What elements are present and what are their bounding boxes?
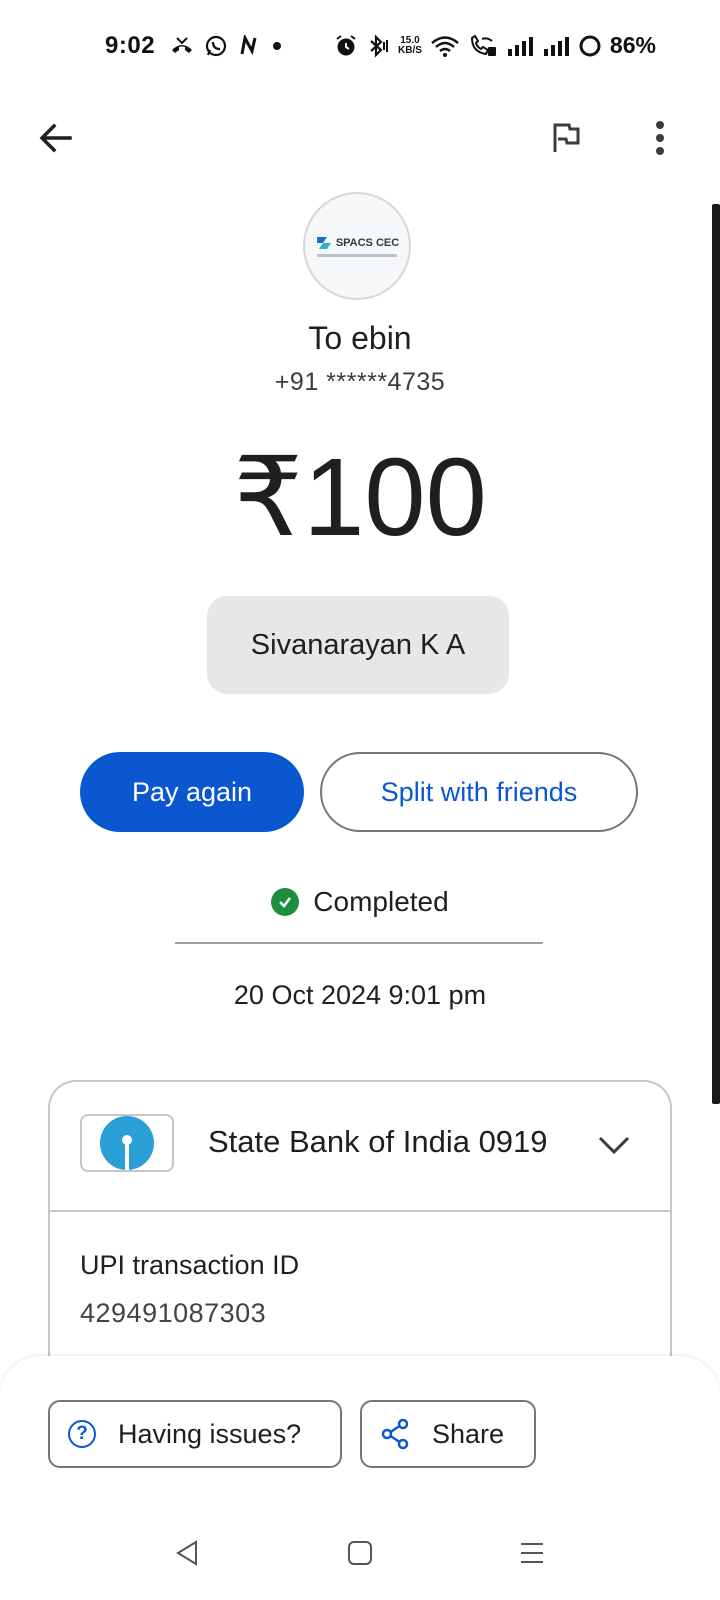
share-label: Share	[432, 1418, 505, 1449]
check-circle-icon	[271, 888, 300, 916]
nav-home-icon[interactable]	[345, 1538, 375, 1568]
status-label: Completed	[313, 886, 449, 917]
network-speed-unit: KB/S	[398, 44, 422, 56]
expand-details-button[interactable]	[594, 1130, 634, 1160]
battery-percent: 86%	[609, 32, 656, 58]
having-issues-label: Having issues?	[118, 1418, 302, 1449]
dot-icon	[273, 42, 281, 50]
upi-transaction-id-label: UPI transaction ID	[80, 1250, 300, 1280]
status-system-icons: 15.0 KB/S 86%	[334, 32, 656, 59]
whatsapp-icon	[205, 35, 227, 57]
spacs-logo: SPACS CEC	[315, 235, 399, 251]
recipient-phone: +91 ******4735	[274, 368, 446, 396]
arrow-back-icon	[39, 123, 72, 153]
alarm-icon	[336, 34, 356, 55]
status-notification-icons	[170, 34, 284, 58]
sbi-logo-icon	[100, 1116, 154, 1170]
nav-recents-icon[interactable]	[517, 1538, 547, 1568]
status-bar: 9:02 15.0 KB/S 86%	[0, 0, 720, 96]
payment-amount: ₹100	[233, 436, 487, 559]
back-button[interactable]	[30, 112, 82, 164]
share-button[interactable]: Share	[360, 1400, 536, 1468]
upi-transaction-id-value: 429491087303	[80, 1298, 267, 1328]
report-button[interactable]	[540, 112, 592, 164]
payer-name: Sivanarayan K A	[250, 628, 466, 661]
signal-bars-icon	[543, 36, 569, 56]
split-with-friends-button[interactable]: Split with friends	[320, 752, 638, 832]
recipient-avatar: SPACS CEC	[303, 192, 411, 300]
network-speed: 15.0 KB/S	[398, 34, 422, 56]
bluetooth-icon	[370, 33, 388, 58]
bank-account-name: State Bank of India 0919	[208, 1124, 548, 1159]
more-options-button[interactable]	[634, 112, 686, 164]
battery-icon	[579, 35, 601, 56]
status-divider	[175, 942, 543, 944]
wifi-icon	[431, 35, 459, 57]
signal-bars-icon	[507, 36, 533, 56]
flag-icon	[553, 123, 580, 152]
nav-back-icon[interactable]	[172, 1538, 202, 1568]
share-icon	[381, 1418, 409, 1450]
help-icon: ?	[68, 1420, 96, 1448]
avatar-logo-text: SPACS CEC	[335, 237, 400, 249]
status-time: 9:02	[105, 32, 156, 59]
transaction-status: Completed	[0, 886, 720, 918]
missed-call-icon	[172, 37, 192, 53]
transaction-datetime: 20 Oct 2024 9:01 pm	[233, 980, 487, 1010]
more-vert-icon	[656, 121, 664, 155]
logo-tagline-line	[317, 254, 397, 257]
recipient-name: To ebin	[308, 320, 412, 356]
having-issues-button[interactable]: ? Having issues?	[48, 1400, 342, 1468]
wifi-calling-icon	[470, 34, 496, 56]
pay-again-button[interactable]: Pay again	[80, 752, 304, 832]
payer-name-chip: Sivanarayan K A	[207, 596, 509, 694]
card-divider	[50, 1210, 670, 1212]
network-speed-value: 15.0	[400, 34, 420, 46]
chevron-down-icon	[598, 1136, 630, 1155]
n-notification-icon	[240, 35, 257, 56]
logo-mark-icon	[316, 237, 331, 249]
sbi-logo	[80, 1114, 174, 1172]
